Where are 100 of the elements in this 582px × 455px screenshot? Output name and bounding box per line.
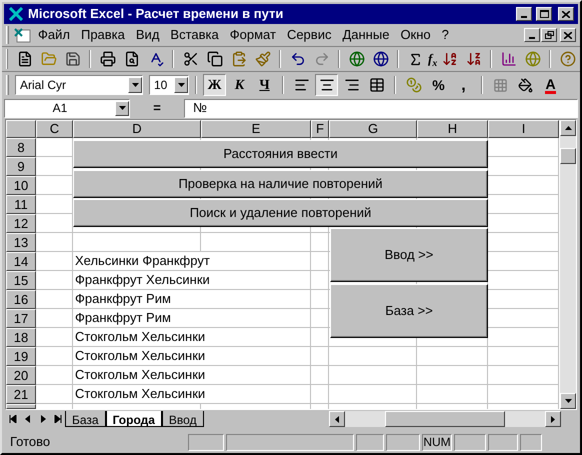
empty-cell (311, 366, 329, 385)
scroll-thumb[interactable] (385, 411, 505, 427)
status-panel (520, 434, 542, 450)
font-size-dropdown[interactable]: 10 (149, 75, 189, 95)
row-header[interactable]: 18 (6, 328, 36, 347)
font-color-button[interactable]: A (539, 74, 562, 96)
menu-item[interactable]: Файл (33, 25, 75, 45)
empty-cell (311, 347, 329, 366)
percent-button[interactable]: % (427, 74, 450, 96)
row-header[interactable]: 8 (6, 138, 36, 157)
menu-item[interactable]: ? (436, 25, 454, 45)
scroll-down-button[interactable] (560, 393, 576, 409)
num-lock-indicator: NUM (422, 434, 452, 450)
status-text: Готово (9, 433, 52, 452)
row-header[interactable]: 9 (6, 157, 36, 176)
row-header[interactable]: 19 (6, 347, 36, 366)
column-header[interactable]: D (73, 120, 201, 138)
table-cell: Стокгольм Хельсинки (73, 385, 311, 404)
row-header[interactable]: 13 (6, 233, 36, 252)
column-header[interactable]: F (311, 120, 329, 138)
app-x-icon (8, 7, 24, 21)
restore-button[interactable] (541, 28, 557, 42)
menu-item[interactable]: Сервис (282, 25, 336, 45)
close-icon (562, 10, 570, 18)
empty-cell (311, 385, 329, 404)
table-cell: Франкфрут Хельсинки (73, 271, 311, 290)
sheet-tab[interactable]: Города (106, 411, 162, 427)
row-header[interactable]: 14 (6, 252, 36, 271)
empty-cell (417, 366, 488, 385)
table-cell: Франкфрут Рим (73, 290, 311, 309)
align-right-icon (344, 77, 360, 93)
row-header[interactable]: 10 (6, 176, 36, 195)
workbook-icon (14, 27, 32, 43)
formula-input[interactable]: № (184, 98, 578, 118)
maximize-icon (540, 10, 548, 18)
align-left-icon (294, 77, 310, 93)
row-header[interactable]: 20 (6, 366, 36, 385)
italic-button[interactable]: К (228, 74, 251, 96)
column-header[interactable]: H (417, 120, 488, 138)
vertical-scrollbar[interactable] (560, 120, 576, 409)
bold-button[interactable]: Ж (203, 74, 226, 96)
scroll-right-button[interactable] (545, 411, 561, 427)
last-sheet-icon (54, 415, 62, 423)
restore-icon (544, 31, 554, 39)
empty-cell (311, 233, 329, 252)
sheet-tab[interactable]: Ввод (162, 411, 204, 427)
empty-cell (311, 252, 329, 271)
column-header[interactable]: E (201, 120, 311, 138)
sheet-button[interactable]: База >> (330, 284, 488, 338)
minimize-button[interactable] (516, 7, 532, 21)
row-header[interactable]: 15 (6, 271, 36, 290)
sheet-button[interactable]: Проверка на наличие повторений (73, 170, 488, 198)
equals-sign: = (152, 99, 162, 118)
column-header[interactable]: G (329, 120, 417, 138)
menu-item[interactable]: Правка (76, 25, 130, 45)
row-header[interactable]: 16 (6, 290, 36, 309)
sheet-tab[interactable]: База (65, 411, 106, 427)
scroll-up-button[interactable] (560, 120, 576, 136)
table-cell: Хельсинки Франкфрут (73, 252, 311, 271)
empty-cell (417, 347, 488, 366)
sheet-button[interactable]: Ввод >> (330, 228, 488, 282)
status-panel (356, 434, 384, 450)
dropdown-arrow-icon (118, 106, 126, 110)
sheet-button[interactable]: Расстояния ввести (73, 140, 488, 168)
window-title: Microsoft Excel - Расчет времени в пути (28, 5, 284, 24)
row-header[interactable] (6, 404, 36, 409)
dropdown-arrow-icon (132, 83, 138, 87)
underline-button[interactable]: Ч (253, 74, 276, 96)
scroll-thumb[interactable] (560, 148, 576, 164)
close-button[interactable] (558, 7, 574, 21)
align-center-button[interactable] (315, 74, 338, 96)
scroll-left-button[interactable] (329, 411, 345, 427)
maximize-button[interactable] (536, 7, 552, 21)
empty-cell (311, 309, 329, 328)
minimize-icon (529, 37, 535, 39)
menu-item[interactable]: Вставка (165, 25, 224, 45)
empty-cell (488, 347, 559, 366)
menu-item[interactable]: Формат (224, 25, 281, 45)
row-header[interactable]: 17 (6, 309, 36, 328)
row-header[interactable]: 21 (6, 385, 36, 404)
row-header[interactable]: 11 (6, 195, 36, 214)
horizontal-scrollbar[interactable] (329, 411, 561, 427)
status-panel (386, 434, 420, 450)
empty-cell (311, 328, 329, 347)
font-dropdown[interactable]: Arial Cyr (15, 75, 143, 95)
row-header[interactable]: 12 (6, 214, 36, 233)
menu-item[interactable]: Окно (395, 25, 436, 45)
sheet-button[interactable]: Поиск и удаление повторений (73, 199, 488, 227)
name-box[interactable]: A1 (4, 98, 130, 118)
close-button[interactable] (560, 28, 576, 42)
minimize-button[interactable] (524, 28, 540, 42)
menu-item[interactable]: Вид (130, 25, 164, 45)
function-button[interactable]: f$_{x}$ (428, 48, 438, 70)
comma-button[interactable]: , (452, 74, 475, 96)
menu-item[interactable]: Данные (337, 25, 394, 45)
status-panel (488, 434, 518, 450)
column-header[interactable]: C (36, 120, 73, 138)
column-header[interactable]: I (488, 120, 559, 138)
right-arrow-icon (38, 415, 46, 423)
select-all-corner[interactable] (6, 120, 36, 138)
